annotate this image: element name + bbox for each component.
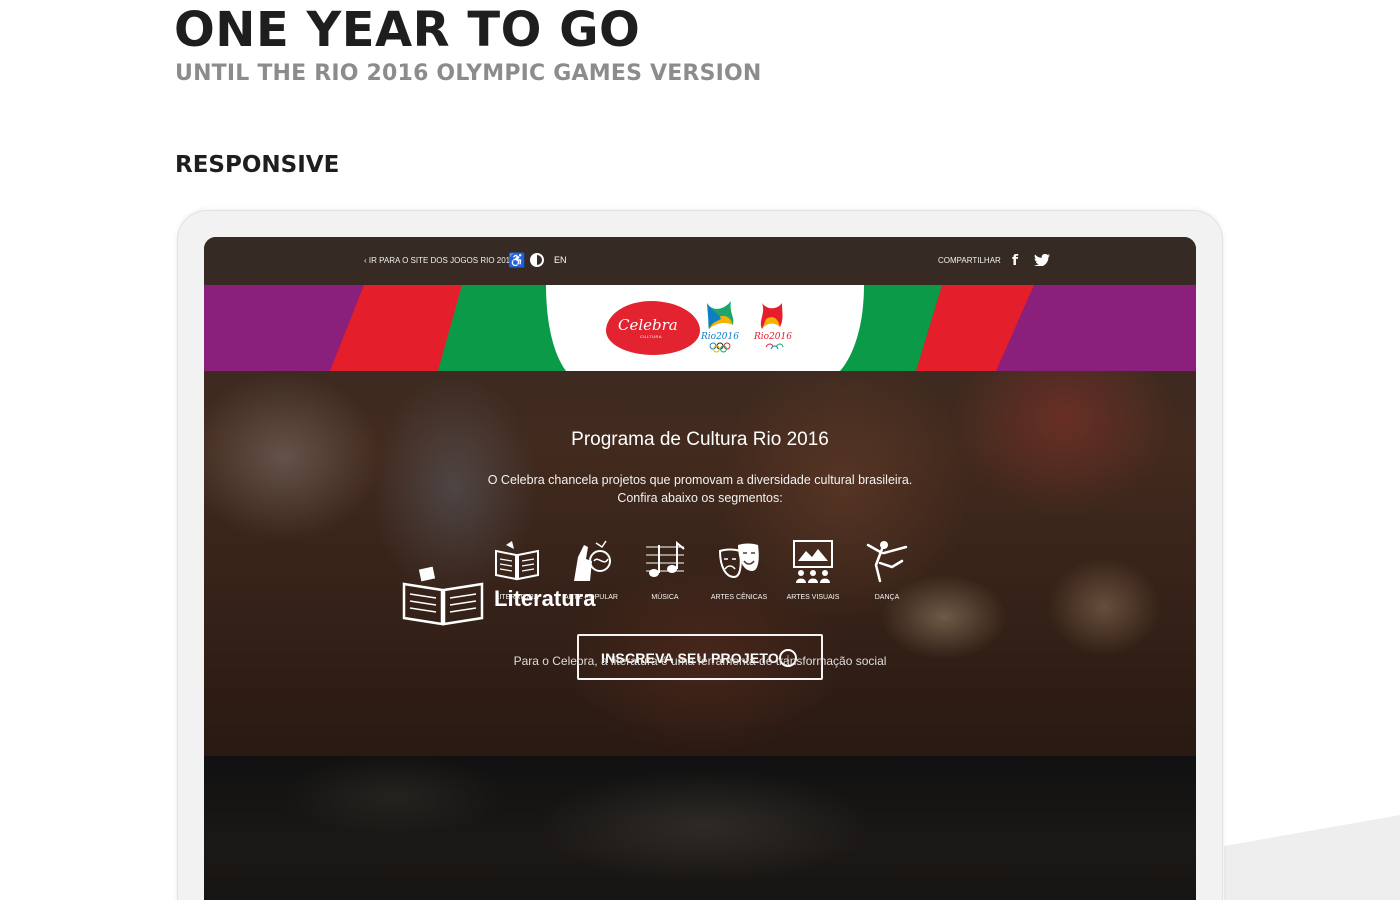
celebra-logo-text: Celebra bbox=[618, 316, 678, 334]
book-icon bbox=[495, 541, 539, 581]
folk-art-icon bbox=[574, 540, 611, 581]
rio2016-paralympic-logo: Rio2016 bbox=[753, 303, 792, 350]
segment-label: ARTES VISUAIS bbox=[786, 594, 840, 601]
segment-musica[interactable]: MÚSICA bbox=[628, 537, 702, 607]
website-screenshot: ‹ IR PARA O SITE DOS JOGOS RIO 2016 ♿ EN… bbox=[204, 237, 1196, 900]
segment-artes-cenicas[interactable]: ARTES CÊNICAS bbox=[702, 537, 776, 607]
hero-description-line: Confira abaixo os segmentos: bbox=[617, 491, 783, 505]
facebook-icon[interactable]: f bbox=[1012, 253, 1018, 269]
hero-description-line: O Celebra chancela projetos que promovam… bbox=[487, 473, 913, 487]
share-label: COMPARTILHAR bbox=[938, 256, 1001, 265]
contrast-icon[interactable] bbox=[530, 253, 544, 267]
literatura-title: Literatura bbox=[494, 586, 596, 611]
dance-icon bbox=[866, 541, 908, 583]
page-title: ONE YEAR TO GO bbox=[174, 2, 641, 58]
book-icon bbox=[402, 566, 484, 626]
segment-label: DANÇA bbox=[874, 594, 900, 601]
segment-danca[interactable]: DANÇA bbox=[850, 537, 924, 607]
hero-section: ‹ IR PARA O SITE DOS JOGOS RIO 2016 ♿ EN… bbox=[204, 237, 1196, 756]
hero-description: O Celebra chancela projetos que promovam… bbox=[204, 471, 1196, 507]
rio2016-olympic-logo: Rio2016 bbox=[700, 301, 739, 353]
segment-label: MÚSICA bbox=[651, 594, 679, 601]
section-title: RESPONSIVE bbox=[175, 152, 340, 178]
page-subtitle: UNTIL THE RIO 2016 OLYMPIC GAMES VERSION bbox=[175, 61, 762, 86]
literatura-description: Para o Celebra, a literatura é uma ferra… bbox=[513, 654, 887, 668]
music-icon bbox=[646, 540, 685, 577]
segment-label: ARTES CÊNICAS bbox=[710, 594, 768, 601]
segment-artes-visuais[interactable]: ARTES VISUAIS bbox=[776, 537, 850, 607]
theater-masks-icon bbox=[718, 543, 759, 579]
celebra-logo-subtext: CULTURA bbox=[640, 334, 663, 339]
rio2016-site-link[interactable]: ‹ IR PARA O SITE DOS JOGOS RIO 2016 bbox=[364, 256, 515, 265]
top-bar: ‹ IR PARA O SITE DOS JOGOS RIO 2016 ♿ EN… bbox=[204, 237, 1196, 285]
twitter-icon[interactable] bbox=[1034, 254, 1050, 266]
svg-text:Rio2016: Rio2016 bbox=[700, 332, 739, 342]
accessibility-icon[interactable]: ♿ bbox=[508, 252, 525, 268]
language-link[interactable]: EN bbox=[554, 255, 567, 265]
visual-arts-icon bbox=[793, 540, 833, 583]
hero-title: Programa de Cultura Rio 2016 bbox=[571, 429, 829, 450]
svg-text:Rio2016: Rio2016 bbox=[753, 332, 792, 342]
literatura-section bbox=[204, 756, 1196, 900]
